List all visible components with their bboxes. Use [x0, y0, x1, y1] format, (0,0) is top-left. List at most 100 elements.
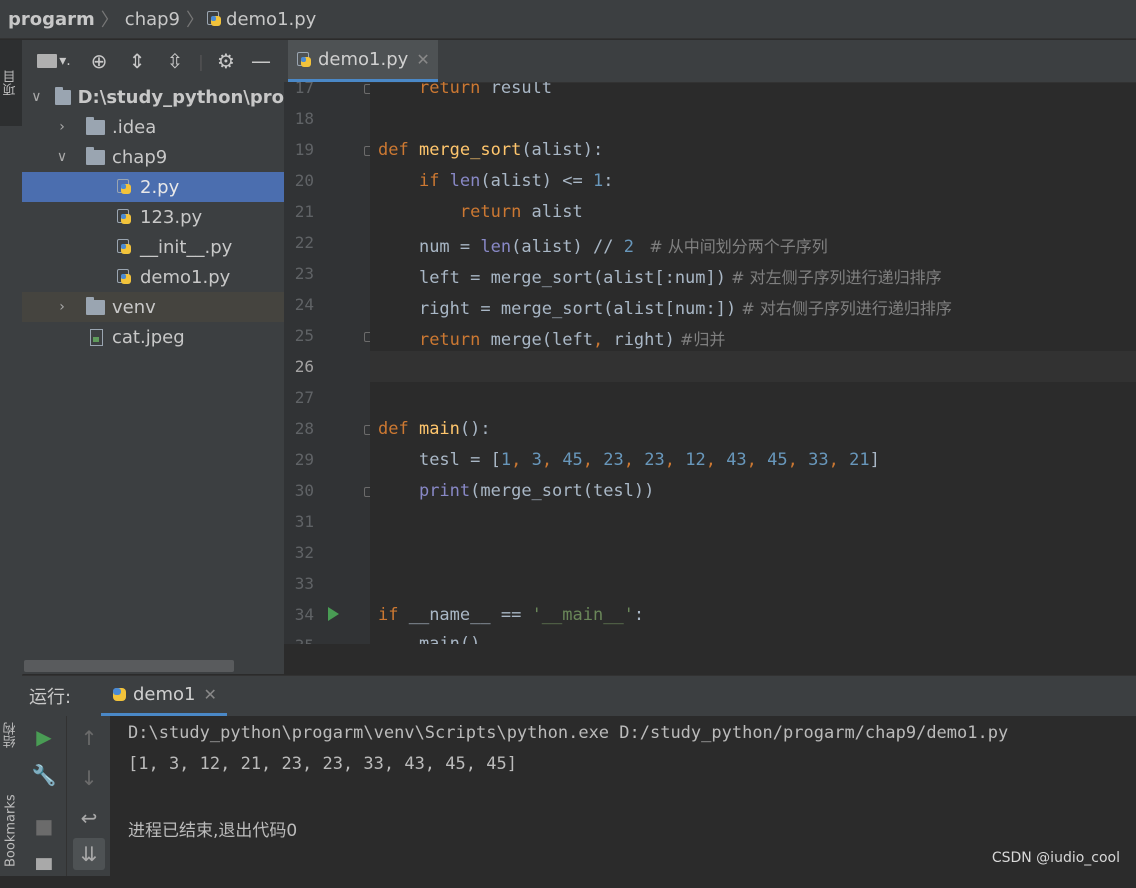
python-file-icon — [116, 238, 132, 256]
line-number: 32 — [294, 543, 314, 562]
tree-item-2-py[interactable]: 2.py — [22, 172, 284, 202]
line-number: 28 — [294, 419, 314, 438]
structure-tool-tab[interactable]: 结构 — [0, 700, 22, 770]
line-number: 35 — [284, 636, 314, 644]
toolbar-divider: | — [198, 51, 204, 71]
breadcrumb-file[interactable]: demo1.py — [222, 9, 320, 30]
code-editor[interactable]: return result def merge_sort(alist): if … — [370, 82, 1136, 644]
tree-item-label: D:\study_python\pro — [77, 86, 284, 108]
editor-tab-bar: demo1.py ✕ — [284, 40, 1136, 83]
tree-item-label: .idea — [112, 116, 157, 138]
tree-item-init-py[interactable]: __init__.py — [22, 232, 284, 262]
folder-dropdown-icon[interactable]: ▾. — [22, 40, 80, 82]
project-panel: ▾. ⊕ ⇕ ⇳ | ⚙ — ∨ D:\study_python\pro › .… — [22, 40, 284, 674]
code-line-22: num = len(alist) // 2 # 从中间划分两个子序列 — [418, 237, 828, 257]
project-tool-tab[interactable]: 项目 — [0, 40, 22, 126]
run-gutter-icon[interactable] — [328, 607, 339, 621]
run-tab-demo1[interactable]: demo1 ✕ — [101, 676, 227, 716]
breadcrumb: progarm 〉 chap9 〉 demo1.py — [0, 0, 1136, 39]
folder-icon — [86, 116, 105, 135]
chevron-down-icon[interactable]: ∨ — [28, 89, 45, 105]
chevron-right-icon[interactable]: › — [52, 119, 72, 135]
package-folder-icon — [86, 146, 105, 165]
python-file-icon — [116, 208, 132, 226]
tree-item-label: 2.py — [140, 176, 180, 198]
folder-icon — [54, 86, 71, 105]
line-number: 24 — [294, 295, 314, 314]
breadcrumb-folder[interactable]: chap9 — [121, 9, 184, 30]
editor-gutter: 17 18 19 20 21 22 23 24 25 26 27 28 29 3… — [284, 82, 370, 644]
chevron-down-icon[interactable]: ∨ — [52, 149, 72, 165]
layout-icon[interactable]: ▀ — [22, 852, 66, 888]
gear-icon[interactable]: ⚙ — [208, 40, 244, 82]
console-line: 进程已结束,退出代码0 — [128, 821, 298, 841]
line-number: 33 — [294, 574, 314, 593]
line-number: 26 — [294, 357, 314, 376]
python-file-icon — [116, 268, 132, 286]
tree-item-venv[interactable]: › venv — [22, 292, 284, 322]
run-panel-header: 运行: demo1 ✕ — [22, 675, 1136, 716]
arrow-up-icon[interactable]: ↑ — [67, 720, 111, 756]
tree-item-label: demo1.py — [140, 266, 231, 288]
tree-item-123-py[interactable]: 123.py — [22, 202, 284, 232]
line-number: 31 — [294, 512, 314, 531]
editor-bottom-area — [284, 644, 1136, 674]
console-line: [1, 3, 12, 21, 23, 23, 33, 43, 45, 45] — [128, 754, 517, 774]
image-file-icon — [90, 328, 103, 346]
close-icon[interactable]: ✕ — [416, 50, 429, 69]
tree-item-label: 123.py — [140, 206, 203, 228]
soft-wrap-icon[interactable]: ↩ — [67, 800, 111, 836]
tree-item-idea[interactable]: › .idea — [22, 112, 284, 142]
close-icon[interactable]: ✕ — [204, 685, 217, 704]
code-line-28: def main(): — [378, 419, 491, 439]
run-toolbar-secondary: ↑ ↓ ↩ ⇊ — [66, 716, 111, 876]
tree-item-label: venv — [112, 296, 156, 318]
line-number: 25 — [294, 326, 314, 345]
bookmarks-tool-tab-label: Bookmarks — [3, 794, 19, 867]
line-number: 21 — [294, 202, 314, 221]
run-toolbar: ▶ 🔧 ■ ▀ — [22, 716, 66, 882]
code-line-17: return result — [418, 82, 553, 98]
breadcrumb-project[interactable]: progarm — [0, 9, 99, 30]
collapse-all-icon[interactable]: ⇳ — [156, 40, 194, 82]
tree-item-cat-jpeg[interactable]: cat.jpeg — [22, 322, 284, 352]
code-line-35: main() — [378, 634, 481, 644]
tree-item-demo1-py[interactable]: demo1.py — [22, 262, 284, 292]
run-panel-label: 运行: — [29, 687, 72, 708]
project-tool-tab-label: 项目 — [3, 70, 19, 96]
line-number: 29 — [294, 450, 314, 469]
project-tree: ∨ D:\study_python\pro › .idea ∨ chap9 2.… — [22, 82, 284, 352]
line-number: 34 — [294, 605, 314, 624]
code-line-21: return alist — [459, 202, 583, 222]
run-tab-label: demo1 — [133, 684, 196, 705]
line-number: 30 — [294, 481, 314, 500]
editor-tab-demo1[interactable]: demo1.py ✕ — [288, 40, 438, 82]
code-line-24: right = merge_sort(alist[num:]) # 对右侧子序列… — [418, 299, 952, 319]
locate-icon[interactable]: ⊕ — [80, 40, 118, 82]
rerun-play-icon[interactable]: ▶ — [22, 719, 66, 755]
python-file-icon — [296, 51, 312, 69]
code-line-30: print(merge_sort(tesl)) — [418, 481, 655, 501]
scroll-to-end-icon[interactable]: ⇊ — [73, 838, 105, 870]
code-line-19: def merge_sort(alist): — [378, 140, 604, 160]
code-line-29: tesl = [1, 3, 45, 23, 23, 12, 43, 45, 33… — [418, 450, 880, 470]
tree-item-label: cat.jpeg — [112, 326, 185, 348]
tree-item-chap9[interactable]: ∨ chap9 — [22, 142, 284, 172]
left-tool-strip: 项目 结构 Bookmarks — [0, 40, 23, 876]
editor-tab-label: demo1.py — [318, 49, 409, 70]
minimize-icon[interactable]: — — [244, 40, 278, 82]
run-console[interactable]: D:\study_python\progarm\venv\Scripts\pyt… — [110, 716, 1136, 876]
stop-icon[interactable]: ■ — [22, 808, 66, 844]
folder-icon — [86, 296, 105, 315]
python-file-icon — [116, 178, 132, 196]
bookmarks-tool-tab[interactable]: Bookmarks — [0, 785, 22, 876]
tree-item-label: chap9 — [112, 146, 168, 168]
chevron-right-icon[interactable]: › — [52, 299, 72, 315]
expand-all-icon[interactable]: ⇕ — [118, 40, 156, 82]
tree-item-project-root[interactable]: ∨ D:\study_python\pro — [22, 82, 284, 112]
code-line-34: if __name__ == '__main__': — [378, 605, 645, 625]
horizontal-scrollbar[interactable] — [24, 660, 234, 672]
arrow-down-icon[interactable]: ↓ — [67, 760, 111, 796]
python-file-icon — [206, 10, 222, 28]
wrench-icon[interactable]: 🔧 — [22, 757, 66, 793]
